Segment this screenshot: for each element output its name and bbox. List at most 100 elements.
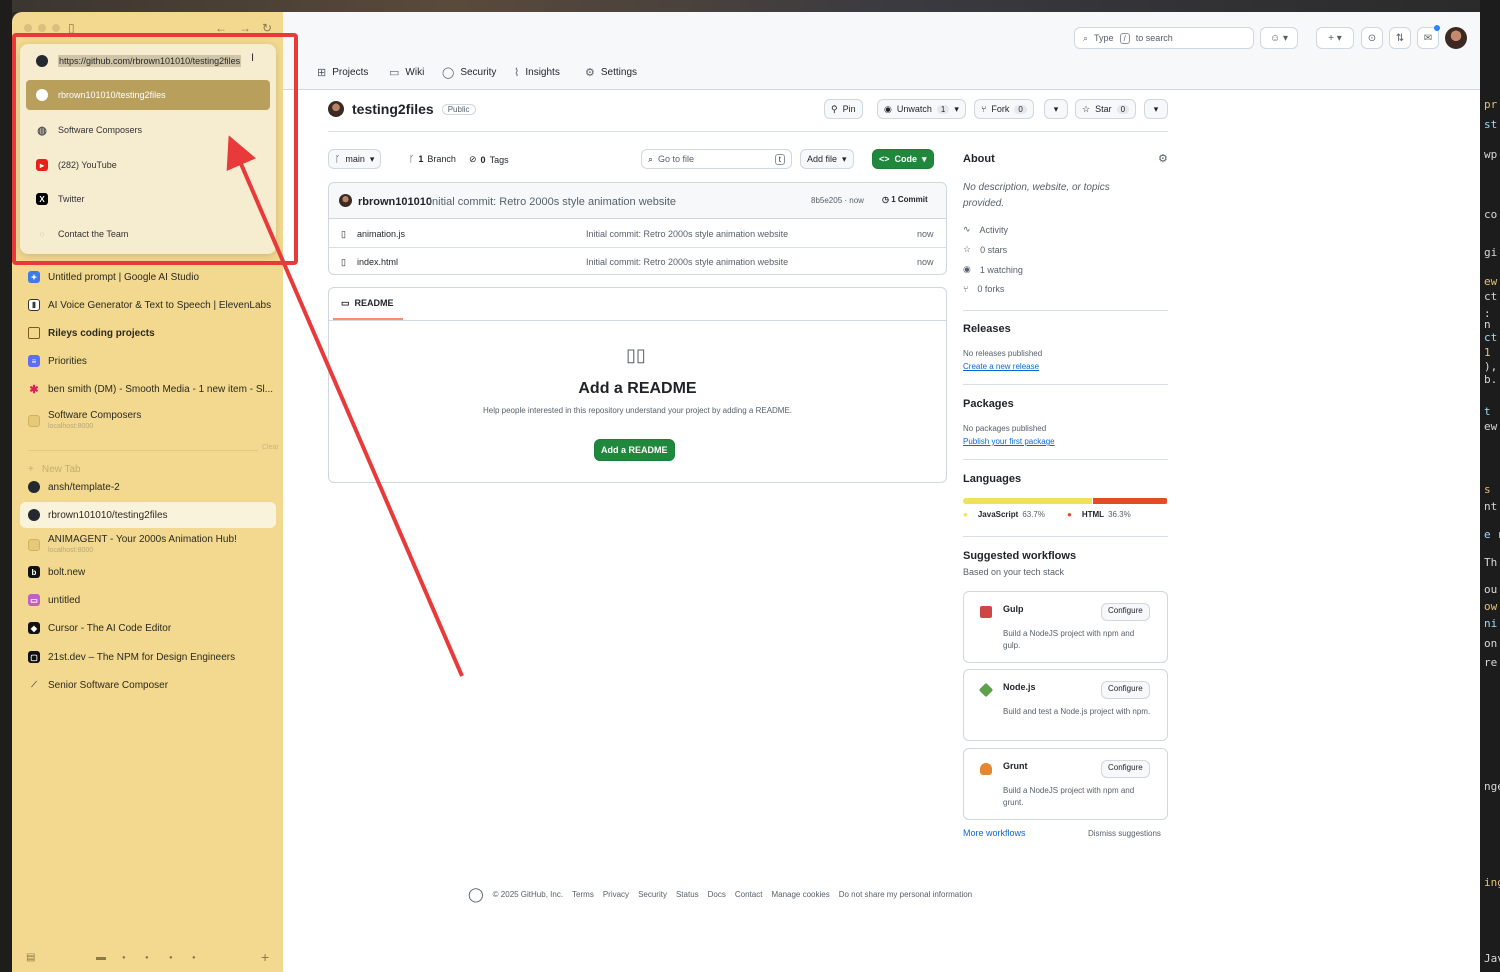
language-item-javascript[interactable]: ● JavaScript 63.7% [963,510,1045,519]
more-workflows-link[interactable]: More workflows [963,828,1026,838]
space-dot-icon[interactable]: ● [145,955,149,961]
unwatch-button[interactable]: ◉ Unwatch 1 ▾ [877,99,966,119]
space-dot-icon[interactable]: ● [192,955,196,961]
sidebar-tab-senior-software-composer[interactable]: ⟋ Senior Software Composer [20,672,276,698]
suggestion-repo[interactable]: rbrown101010/testing2files [26,80,270,110]
clear-tabs-button[interactable]: Clear [262,444,279,451]
folder-space-icon[interactable]: ▬ [96,952,106,963]
tab-security[interactable]: ◯ Security [442,66,496,79]
sidebar-tab-bolt[interactable]: b bolt.new [20,559,276,585]
watchers-link[interactable]: ◉ 1 watching [963,264,1023,275]
code-fragment: Jav [1484,952,1500,965]
sidebar-tab-untitled[interactable]: ▭ untitled [20,587,276,613]
suggestion-twitter[interactable]: X Twitter [26,184,270,214]
tab-wiki[interactable]: ▭ Wiki [389,66,424,79]
star-button[interactable]: ☆ Star 0 [1075,99,1137,119]
forks-link[interactable]: ⑂ 0 forks [963,284,1004,294]
workflow-description: Build a NodeJS project with npm and grun… [1003,786,1135,807]
footer-link[interactable]: Terms [572,890,594,899]
file-commit-message[interactable]: Initial commit: Retro 2000s style animat… [586,229,788,239]
sidebar-item-rileys-coding-projects[interactable]: Rileys coding projects [20,320,276,346]
commit-author[interactable]: rbrown101010 [358,196,432,208]
footer-link[interactable]: Security [638,890,667,899]
suggestion-contact[interactable]: ◌ Contact the Team [26,219,270,249]
sidebar-item-software-composers[interactable]: Software Composers localhost:8000 [20,406,276,436]
sidebar-tab-ansh-template[interactable]: ansh/template-2 [20,474,276,500]
space-dot-icon[interactable]: ● [169,955,173,961]
footer-link[interactable]: Privacy [603,890,629,899]
owner-avatar[interactable] [328,101,344,117]
configure-button[interactable]: Configure [1101,681,1150,699]
search-input[interactable]: ⌕ Type / to search [1074,27,1254,49]
file-name[interactable]: animation.js [357,229,405,239]
back-icon[interactable]: ← [215,21,227,35]
tab-readme[interactable]: ▭ README [341,298,394,309]
add-readme-button[interactable]: Add a README [594,439,675,461]
pull-requests-button[interactable]: ⇅ [1389,27,1411,49]
suggestion-youtube[interactable]: ▸ (282) YouTube [26,150,270,180]
sidebar-tab-testing2files[interactable]: rbrown101010/testing2files [20,502,276,528]
commit-message[interactable]: Initial commit: Retro 2000s style animat… [429,196,676,208]
sidebar-toggle-icon[interactable]: ▯ [68,21,75,35]
branches-link[interactable]: ᚴ 1 Branch [409,154,456,164]
url-input[interactable]: https://github.com/rbrown101010/testing2… [26,46,270,76]
window-close-dot[interactable] [24,24,32,32]
releases-heading[interactable]: Releases [963,323,1011,335]
commit-author-avatar[interactable] [339,194,352,207]
stars-link[interactable]: ☆ 0 stars [963,244,1007,255]
tags-link[interactable]: ⊘ 0 Tags [469,154,509,165]
language-item-html[interactable]: ● HTML 36.3% [1067,510,1131,519]
go-to-file-input[interactable]: ⌕ Go to file t [641,149,792,169]
file-commit-message[interactable]: Initial commit: Retro 2000s style animat… [586,257,788,267]
reload-icon[interactable]: ↻ [262,21,272,35]
create-new-button[interactable]: + ▾ [1316,27,1354,49]
add-space-icon[interactable]: + [261,949,269,965]
issues-button[interactable]: ⊙ [1361,27,1383,49]
window-minimize-dot[interactable] [38,24,46,32]
fork-button[interactable]: ⑂ Fork 0 [974,99,1034,119]
repo-name[interactable]: testing2files [352,101,434,117]
footer-link[interactable]: Docs [708,890,726,899]
footer-link[interactable]: Do not share my personal information [839,890,972,899]
file-name[interactable]: index.html [357,257,398,267]
star-dropdown-button[interactable]: ▾ [1144,99,1168,119]
commit-hash[interactable]: 8b5e205 · now [811,196,864,205]
gear-icon[interactable]: ⚙ [1158,152,1168,165]
pin-button[interactable]: ⚲ Pin [824,99,863,119]
sidebar-item-google-ai-studio[interactable]: ✦ Untitled prompt | Google AI Studio [20,264,276,290]
archive-icon[interactable]: ▤ [26,952,35,963]
footer-link[interactable]: Manage cookies [771,890,829,899]
branch-select[interactable]: ᚴ main ▾ [328,149,382,169]
table-row[interactable]: ▯ animation.js Initial commit: Retro 200… [329,220,946,248]
window-zoom-dot[interactable] [52,24,60,32]
commits-link[interactable]: ◷ 1 Commit [882,195,928,204]
tab-projects[interactable]: ⊞ Projects [317,66,368,79]
packages-heading[interactable]: Packages [963,398,1014,410]
fork-dropdown-button[interactable]: ▾ [1044,99,1068,119]
footer-link[interactable]: Contact [735,890,763,899]
dismiss-suggestions-link[interactable]: Dismiss suggestions [1088,829,1161,838]
sidebar-item-priorities[interactable]: ≡ Priorities [20,348,276,374]
copilot-button[interactable]: ☺ ▾ [1260,27,1298,49]
publish-package-link[interactable]: Publish your first package [963,437,1055,446]
sidebar-tab-21st-dev[interactable]: ▢ 21st.dev – The NPM for Design Engineer… [20,644,276,670]
forward-icon[interactable]: → [239,21,251,35]
suggestion-software-composers[interactable]: ◍ Software Composers [26,115,270,145]
sidebar-item-slack[interactable]: ✱ ben smith (DM) - Smooth Media - 1 new … [20,376,276,402]
sidebar-tab-cursor[interactable]: ◆ Cursor - The AI Code Editor [20,615,276,641]
tab-settings[interactable]: ⚙ Settings [585,66,637,79]
code-button[interactable]: <> Code ▾ [872,149,934,169]
footer-link[interactable]: Status [676,890,699,899]
avatar[interactable] [1445,27,1467,49]
activity-link[interactable]: ∿ Activity [963,224,1008,235]
create-release-link[interactable]: Create a new release [963,362,1039,371]
sidebar-tab-animagent[interactable]: ANIMAGENT - Your 2000s Animation Hub! lo… [20,530,276,560]
code-fragment: wp [1484,148,1498,161]
add-file-button[interactable]: Add file ▾ [800,149,854,169]
configure-button[interactable]: Configure [1101,603,1150,621]
space-dot-icon[interactable]: ● [122,955,126,961]
configure-button[interactable]: Configure [1101,760,1150,778]
sidebar-item-elevenlabs[interactable]: Ⅱ AI Voice Generator & Text to Speech | … [20,292,276,318]
tab-insights[interactable]: ⌇ Insights [514,66,560,79]
table-row[interactable]: ▯ index.html Initial commit: Retro 2000s… [329,248,946,276]
